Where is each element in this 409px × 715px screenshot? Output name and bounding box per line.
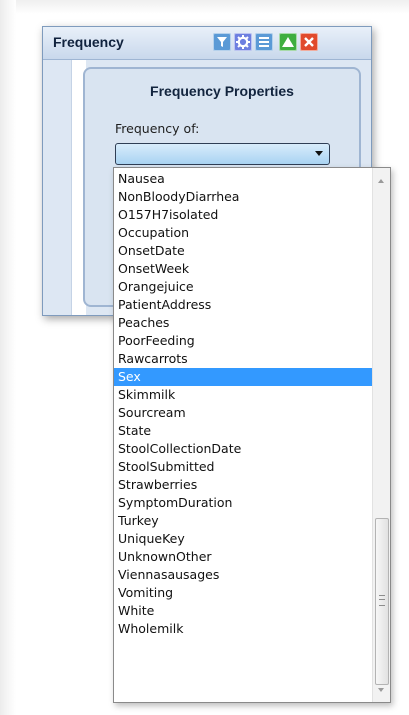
gadget-body — [43, 60, 73, 315]
list-item[interactable]: OnsetWeek — [114, 260, 373, 278]
list-item[interactable]: Turkey — [114, 512, 373, 530]
list-item[interactable]: Vomiting — [114, 584, 373, 602]
list-item[interactable]: Wholemilk — [114, 620, 373, 638]
list-item[interactable]: Sex — [114, 368, 373, 386]
list-item[interactable]: Sourcream — [114, 404, 373, 422]
list-item[interactable]: Skimmilk — [114, 386, 373, 404]
page-top-shade — [0, 0, 409, 14]
gadget-title: Frequency — [53, 34, 124, 50]
dropdown-scrollbar[interactable] — [372, 168, 390, 702]
list-item[interactable]: PoorFeeding — [114, 332, 373, 350]
scroll-up-arrow-icon[interactable] — [378, 179, 384, 183]
properties-button[interactable] — [234, 33, 252, 51]
list-item[interactable]: Rawcarrots — [114, 350, 373, 368]
scroll-down-arrow-icon[interactable] — [378, 688, 384, 692]
grip-icon — [379, 595, 385, 606]
list-item[interactable]: Nausea — [114, 170, 373, 188]
maximize-button[interactable] — [279, 33, 297, 51]
gadget-header[interactable]: Frequency — [43, 27, 371, 60]
list-item[interactable]: StoolSubmitted — [114, 458, 373, 476]
list-item[interactable]: State — [114, 422, 373, 440]
filter-button[interactable] — [213, 33, 231, 51]
list-item[interactable]: Peaches — [114, 314, 373, 332]
list-item[interactable]: OnsetDate — [114, 242, 373, 260]
frequency-of-combobox[interactable] — [115, 143, 330, 165]
frequency-of-label: Frequency of: — [115, 121, 200, 136]
list-item[interactable]: StoolCollectionDate — [114, 440, 373, 458]
list-item[interactable]: NonBloodyDiarrhea — [114, 188, 373, 206]
list-item[interactable]: White — [114, 602, 373, 620]
list-item[interactable]: UnknownOther — [114, 548, 373, 566]
gear-icon — [236, 35, 250, 49]
close-button[interactable] — [300, 33, 318, 51]
list-item[interactable]: Occupation — [114, 224, 373, 242]
list-item[interactable]: UniqueKey — [114, 530, 373, 548]
page-left-shade — [0, 0, 16, 715]
filter-icon — [217, 37, 227, 47]
list-item[interactable]: O157H7isolated — [114, 206, 373, 224]
list-item[interactable]: Viennasausages — [114, 566, 373, 584]
list-item[interactable]: SymptomDuration — [114, 494, 373, 512]
menu-button[interactable] — [255, 33, 273, 51]
scrollbar-thumb[interactable] — [375, 518, 389, 685]
list-item[interactable]: Orangejuice — [114, 278, 373, 296]
dropdown-items: Nausea NonBloodyDiarrhea O157H7isolated … — [114, 170, 373, 638]
menu-icon — [259, 37, 269, 47]
close-icon — [304, 37, 314, 47]
chevron-down-icon — [315, 151, 323, 156]
list-item[interactable]: PatientAddress — [114, 296, 373, 314]
frequency-of-dropdown-list[interactable]: Nausea NonBloodyDiarrhea O157H7isolated … — [113, 167, 391, 703]
list-item[interactable]: Strawberries — [114, 476, 373, 494]
maximize-icon — [282, 37, 294, 47]
properties-title: Frequency Properties — [150, 83, 294, 99]
